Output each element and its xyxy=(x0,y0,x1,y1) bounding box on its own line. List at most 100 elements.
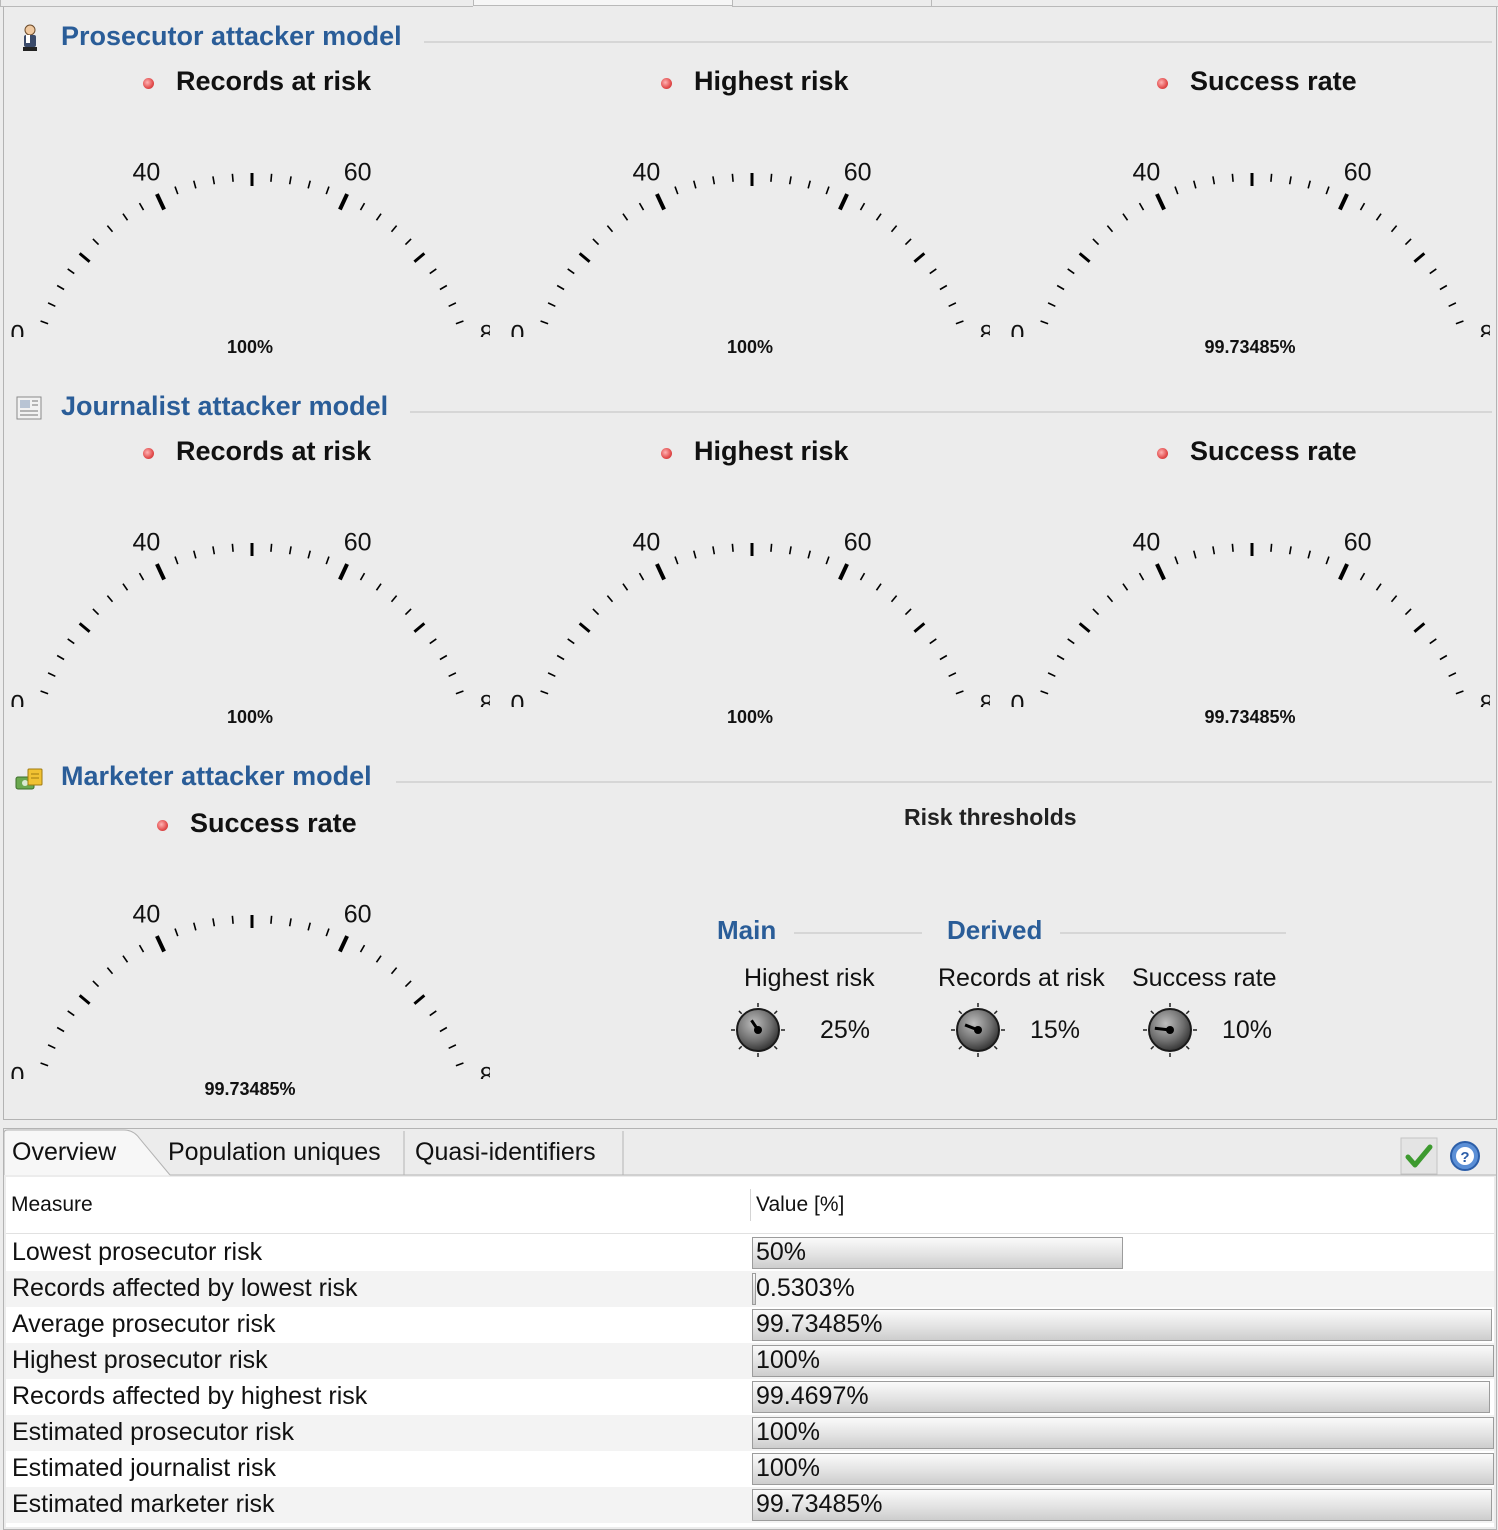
gauge-tick-label: 60 xyxy=(1344,158,1372,186)
table-row[interactable]: Estimated prosecutor risk 100% xyxy=(6,1415,1494,1451)
gauge-tick xyxy=(429,638,437,645)
derived-thresholds-heading: Derived xyxy=(947,915,1043,945)
table-row[interactable]: Records affected by highest risk 99.4697% xyxy=(6,1379,1494,1415)
column-divider[interactable] xyxy=(750,1189,751,1221)
gauge-tick-label: 40 xyxy=(132,158,160,186)
gauge-tick xyxy=(622,213,629,221)
gauge-tick xyxy=(1078,622,1091,633)
table-row[interactable]: Average prosecutor risk 99.73485% xyxy=(6,1307,1494,1343)
records-at-risk-threshold-value: 15% xyxy=(1030,1016,1081,1044)
gauge-tick xyxy=(622,583,629,591)
gauge-tick xyxy=(592,238,600,246)
gauge-value: 100% xyxy=(726,337,774,357)
gauge-tick xyxy=(138,572,145,581)
top-tab-left[interactable] xyxy=(0,0,473,7)
records-at-risk-threshold-knob[interactable] xyxy=(950,1002,1006,1058)
apply-button[interactable] xyxy=(1400,1137,1438,1175)
column-header-measure[interactable]: Measure xyxy=(11,1193,93,1217)
gauge-tick xyxy=(948,302,957,308)
gauge-tick xyxy=(404,608,412,616)
top-tab-right[interactable] xyxy=(931,0,1498,7)
gauge-tick xyxy=(770,173,773,182)
gauge-tick-label: 80 xyxy=(1480,690,1490,707)
gauge-tick xyxy=(288,176,292,185)
gauge-tick xyxy=(913,622,926,633)
gauge-tick xyxy=(606,595,614,603)
section-divider xyxy=(410,411,1492,413)
gauge-tick xyxy=(78,622,91,633)
gauge-tick xyxy=(307,550,312,559)
prosecutor-icon xyxy=(23,24,37,51)
gauge-tick xyxy=(56,654,65,661)
gauge-tick xyxy=(567,638,575,645)
gauge-tick xyxy=(1192,550,1197,559)
gauge-label: Success rate xyxy=(190,808,357,838)
top-tab-middle[interactable] xyxy=(732,0,931,7)
gauge-tick xyxy=(67,638,75,645)
gauge-tick xyxy=(212,546,216,555)
table-row[interactable]: Records affected by lowest risk 0.5303% xyxy=(6,1271,1494,1307)
gauge-tick xyxy=(1040,690,1049,695)
status-dot-icon xyxy=(661,448,672,459)
gauge-tick-label: 40 xyxy=(632,528,660,556)
gauge-tick xyxy=(1047,672,1056,678)
checkmark-icon xyxy=(1400,1137,1438,1175)
value-bar xyxy=(752,1237,1123,1269)
tab-population-uniques[interactable]: Population uniques xyxy=(160,1129,389,1175)
gauge-tick xyxy=(288,546,292,555)
gauge-tick xyxy=(890,225,898,233)
measure-cell: Lowest prosecutor risk xyxy=(12,1238,263,1266)
gauge-tick xyxy=(731,543,734,552)
gauge-tick xyxy=(56,284,65,291)
gauge-tick xyxy=(92,238,100,246)
main-thresholds-heading: Main xyxy=(717,915,777,945)
gauge-tick xyxy=(40,690,49,695)
success-rate-threshold-value: 10% xyxy=(1222,1016,1273,1044)
gauge-tick xyxy=(540,690,549,695)
gauge-tick xyxy=(1155,193,1166,211)
gauge-tick xyxy=(390,595,398,603)
gauge-tick xyxy=(138,202,145,211)
column-header-value[interactable]: Value [%] xyxy=(756,1193,844,1217)
value-bar xyxy=(752,1453,1494,1485)
gauge-label: Records at risk xyxy=(176,66,372,96)
gauge-tick xyxy=(1231,173,1234,182)
gauge-tick xyxy=(540,320,549,325)
table-row[interactable]: Highest prosecutor risk 100% xyxy=(6,1343,1494,1379)
table-row[interactable]: Lowest prosecutor risk 50% xyxy=(6,1235,1494,1271)
gauge-tick xyxy=(1047,302,1056,308)
gauge-tick xyxy=(270,915,273,924)
gauge-tick xyxy=(212,176,216,185)
gauge-tick-label: 40 xyxy=(132,900,160,928)
gauge-tick-label: 40 xyxy=(1132,528,1160,556)
records-at-risk-threshold-label: Records at risk xyxy=(938,964,1105,992)
gauge-tick xyxy=(270,173,273,182)
success-rate-threshold-knob[interactable] xyxy=(1142,1002,1198,1058)
gauge-tick xyxy=(92,980,100,988)
gauge-tick xyxy=(375,583,382,591)
gauge-tick xyxy=(807,550,812,559)
table-row[interactable]: Estimated journalist risk 100% xyxy=(6,1451,1494,1487)
top-tab-active[interactable] xyxy=(473,0,733,6)
gauge-tick xyxy=(825,186,830,195)
gauge-tick xyxy=(174,186,179,195)
gauge-tick xyxy=(40,1062,49,1067)
gauge-label: Success rate xyxy=(1190,66,1357,96)
table-row[interactable]: Estimated marketer risk 99.73485% xyxy=(6,1487,1494,1523)
gauge-dial: 020406080100 xyxy=(10,158,490,337)
svg-text:?: ? xyxy=(1460,1149,1469,1166)
highest-risk-threshold-knob[interactable] xyxy=(730,1002,786,1058)
gauge-tick xyxy=(47,302,56,308)
help-button[interactable]: ? xyxy=(1446,1137,1484,1175)
gauge-tick-label: 40 xyxy=(632,158,660,186)
tab-overview[interactable]: Overview xyxy=(4,1129,124,1175)
gauge-tick-label: 40 xyxy=(132,528,160,556)
gauge-label: Success rate xyxy=(1190,436,1357,466)
gauge-tick xyxy=(429,1010,437,1017)
gauge-tick xyxy=(270,543,273,552)
gauge-tick xyxy=(875,213,882,221)
gauge-tick xyxy=(948,672,957,678)
tab-quasi-identifiers[interactable]: Quasi-identifiers xyxy=(407,1129,604,1175)
gauge-tick xyxy=(439,654,448,661)
gauge-tick xyxy=(638,202,645,211)
